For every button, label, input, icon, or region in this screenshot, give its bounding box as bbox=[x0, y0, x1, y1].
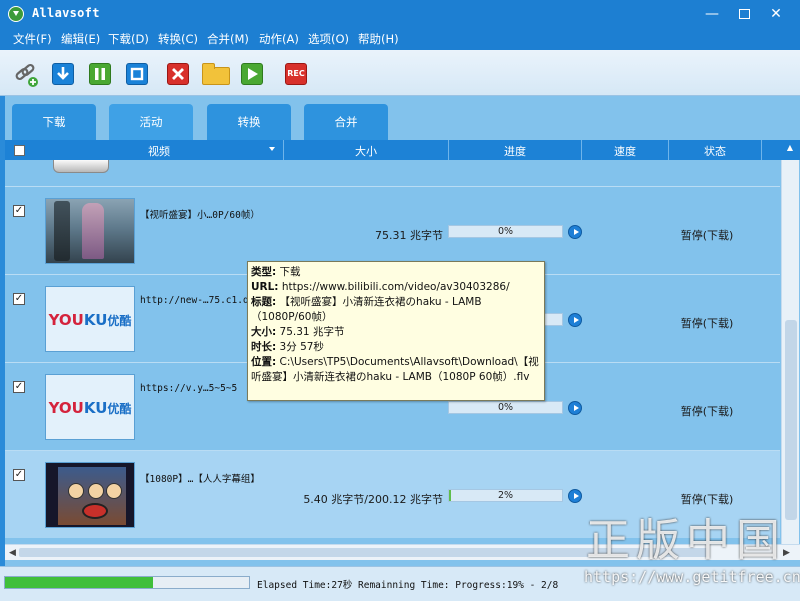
video-thumbnail: YOUKU优酷 bbox=[45, 374, 135, 440]
scroll-left-icon[interactable]: ◀ bbox=[9, 548, 16, 558]
row-progress-text: 0% bbox=[497, 226, 514, 237]
download-button[interactable] bbox=[52, 63, 74, 85]
video-thumbnail bbox=[53, 160, 109, 173]
delete-button[interactable] bbox=[167, 63, 189, 85]
app-logo-icon bbox=[8, 6, 24, 22]
tab-merge[interactable]: 合并 bbox=[304, 104, 388, 140]
row-status: 暂停(下载) bbox=[680, 229, 734, 242]
menu-file[interactable]: 文件(F) bbox=[13, 31, 52, 47]
window-title: Allavsoft bbox=[32, 6, 100, 20]
close-button[interactable]: ✕ bbox=[760, 0, 792, 28]
tooltip-url-value: https://www.bilibili.com/video/av3040328… bbox=[281, 281, 510, 293]
resume-button[interactable] bbox=[568, 401, 582, 415]
menu-convert[interactable]: 转换(C) bbox=[158, 31, 198, 47]
tooltip-type-value: 下载 bbox=[279, 266, 301, 278]
tooltip-size-label: 大小: bbox=[251, 326, 277, 338]
resume-button[interactable] bbox=[568, 489, 582, 503]
watermark-url: https://www.getitfree.cn bbox=[584, 568, 800, 586]
status-text: Elapsed Time:27秒 Remainning Time: Progre… bbox=[257, 580, 559, 591]
download-icon bbox=[57, 67, 69, 80]
youku-logo-icon: YOUKU优酷 bbox=[48, 311, 132, 329]
tooltip-location-label: 位置: bbox=[251, 356, 277, 368]
rec-icon: REC bbox=[287, 69, 305, 78]
column-progress[interactable]: 进度 bbox=[449, 143, 581, 159]
resume-button[interactable] bbox=[568, 313, 582, 327]
watermark-text: 正版中国 bbox=[586, 515, 786, 566]
watermark: 正版中国 https://www.getitfree.cn bbox=[580, 504, 800, 594]
record-button[interactable]: REC bbox=[285, 63, 307, 85]
tooltip-url-label: URL: bbox=[251, 281, 279, 293]
video-thumbnail bbox=[45, 462, 135, 528]
stop-button[interactable] bbox=[126, 63, 148, 85]
youku-logo-icon: YOUKU优酷 bbox=[48, 399, 132, 417]
row-progress-bar: 0% bbox=[448, 225, 563, 238]
row-title: 【1080P】…【人人字幕组】 bbox=[140, 474, 260, 485]
video-thumbnail bbox=[45, 198, 135, 264]
tooltip-title-value: 【视听盛宴】小清新连衣裙のhaku - LAMB（1080P/60帧） bbox=[251, 296, 482, 323]
row-checkbox[interactable]: ✓ bbox=[13, 205, 25, 217]
delete-icon bbox=[172, 68, 184, 80]
paste-link-button[interactable] bbox=[13, 62, 39, 88]
video-info-tooltip: 类型: 下载 URL: https://www.bilibili.com/vid… bbox=[247, 261, 545, 401]
row-title: 【视听盛宴】小…0P/60帧） bbox=[140, 210, 260, 221]
open-folder-button[interactable] bbox=[202, 63, 230, 85]
total-progress-bar bbox=[4, 576, 250, 589]
pause-icon bbox=[95, 68, 105, 80]
list-header: 视频 大小 进度 速度 状态 ▲ bbox=[5, 140, 800, 160]
row-progress-bar: 0% bbox=[448, 401, 563, 414]
pause-button[interactable] bbox=[89, 63, 111, 85]
row-status: 暂停(下载) bbox=[680, 317, 734, 330]
tooltip-duration-value: 3分 57秒 bbox=[279, 341, 324, 353]
menu-bar: 文件(F) 编辑(E) 下载(D) 转换(C) 合并(M) 动作(A) 选项(O… bbox=[0, 28, 800, 50]
tooltip-duration-label: 时长: bbox=[251, 341, 277, 353]
minimize-button[interactable]: — bbox=[696, 0, 728, 28]
play-icon bbox=[248, 68, 258, 80]
column-size[interactable]: 大小 bbox=[284, 143, 448, 159]
row-checkbox[interactable]: ✓ bbox=[13, 293, 25, 305]
row-size: 5.40 兆字节/200.12 兆字节 bbox=[303, 493, 443, 506]
select-all-checkbox[interactable] bbox=[14, 145, 25, 156]
stop-icon bbox=[130, 67, 144, 81]
play-button[interactable] bbox=[241, 63, 263, 85]
tooltip-type-label: 类型: bbox=[251, 266, 277, 278]
menu-help[interactable]: 帮助(H) bbox=[358, 31, 399, 47]
tooltip-title-label: 标题: bbox=[251, 296, 277, 308]
tab-convert[interactable]: 转换 bbox=[207, 104, 291, 140]
video-thumbnail: YOUKU优酷 bbox=[45, 286, 135, 352]
maximize-button[interactable] bbox=[728, 0, 760, 28]
tab-download[interactable]: 下载 bbox=[12, 104, 96, 140]
link-add-icon bbox=[15, 63, 38, 87]
menu-download[interactable]: 下载(D) bbox=[108, 31, 149, 47]
menu-merge[interactable]: 合并(M) bbox=[207, 31, 249, 47]
row-status: 暂停(下载) bbox=[680, 405, 734, 418]
title-bar: Allavsoft — ✕ bbox=[0, 0, 800, 28]
row-title: http://new-…75.c1.d bbox=[140, 295, 249, 306]
toolbar: REC bbox=[0, 50, 800, 96]
scroll-up-icon[interactable]: ▲ bbox=[785, 143, 795, 157]
row-checkbox[interactable]: ✓ bbox=[13, 381, 25, 393]
vertical-scrollbar[interactable] bbox=[781, 160, 799, 544]
column-speed[interactable]: 速度 bbox=[582, 143, 668, 159]
menu-edit[interactable]: 编辑(E) bbox=[61, 31, 100, 47]
resume-button[interactable] bbox=[568, 225, 582, 239]
scrollbar-thumb[interactable] bbox=[785, 320, 797, 520]
row-checkbox[interactable]: ✓ bbox=[13, 469, 25, 481]
tooltip-size-value: 75.31 兆字节 bbox=[279, 326, 345, 338]
tooltip-location-value: C:\Users\TP5\Documents\Allavsoft\Downloa… bbox=[251, 356, 539, 383]
menu-options[interactable]: 选项(O) bbox=[308, 31, 349, 47]
tab-active[interactable]: 活动 bbox=[109, 104, 193, 140]
row-size: 75.31 兆字节 bbox=[375, 229, 443, 242]
row-progress-text: 2% bbox=[497, 490, 514, 501]
maximize-icon bbox=[738, 9, 750, 19]
row-title: https://v.y…5~5~5 bbox=[140, 383, 238, 394]
row-progress-bar: 2% bbox=[448, 489, 563, 502]
sort-desc-icon bbox=[269, 147, 275, 151]
menu-action[interactable]: 动作(A) bbox=[259, 31, 299, 47]
row-progress-text: 0% bbox=[497, 402, 514, 413]
column-video[interactable]: 视频 bbox=[35, 143, 283, 159]
column-status[interactable]: 状态 bbox=[669, 143, 761, 159]
list-item[interactable] bbox=[5, 160, 780, 186]
